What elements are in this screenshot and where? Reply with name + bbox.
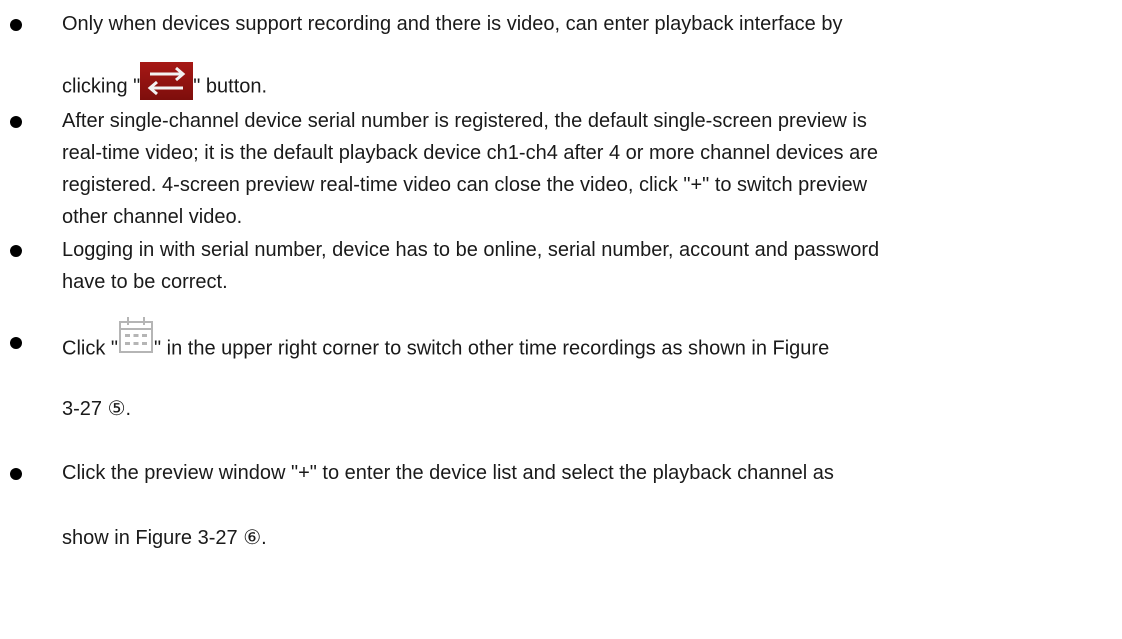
item-2-line-1: After single-channel device serial numbe… — [62, 110, 867, 132]
item-4-line-2: 3-27 ⑤. — [62, 398, 132, 420]
swap-arrows-icon — [140, 62, 194, 100]
item-5-line-1: Click the preview window "+" to enter th… — [62, 462, 834, 484]
item-1-line-2-after: " button. — [193, 75, 268, 98]
bullet-dot — [10, 468, 22, 480]
item-1-line-2-before: clicking " — [62, 75, 141, 98]
swap-arrows-svg — [147, 66, 186, 96]
item-1-line-1: Only when devices support recording and … — [62, 13, 843, 35]
bullet-dot — [10, 116, 22, 128]
item-5-line-2: show in Figure 3-27 ⑥. — [62, 527, 267, 549]
bullet-dot — [10, 337, 22, 349]
item-2-line-4: other channel video. — [62, 206, 243, 228]
calendar-svg — [119, 317, 153, 353]
item-4-line-1-before: Click " — [62, 337, 118, 360]
item-2-line-3: registered. 4-screen preview real-time v… — [62, 174, 868, 196]
item-3-line-2: have to be correct. — [62, 271, 228, 293]
item-3-line-1: Logging in with serial number, device ha… — [62, 239, 880, 261]
item-1-line-2: clicking " " button. — [62, 62, 268, 106]
calendar-icon — [118, 314, 154, 356]
bullet-dot — [10, 19, 22, 31]
item-4-line-1-after: " in the upper right corner to switch ot… — [154, 337, 830, 360]
item-4-line-1: Click " " in the upper right corner to s… — [62, 317, 830, 370]
item-2-line-2: real-time video; it is the default playb… — [62, 142, 878, 164]
bullet-dot — [10, 245, 22, 257]
